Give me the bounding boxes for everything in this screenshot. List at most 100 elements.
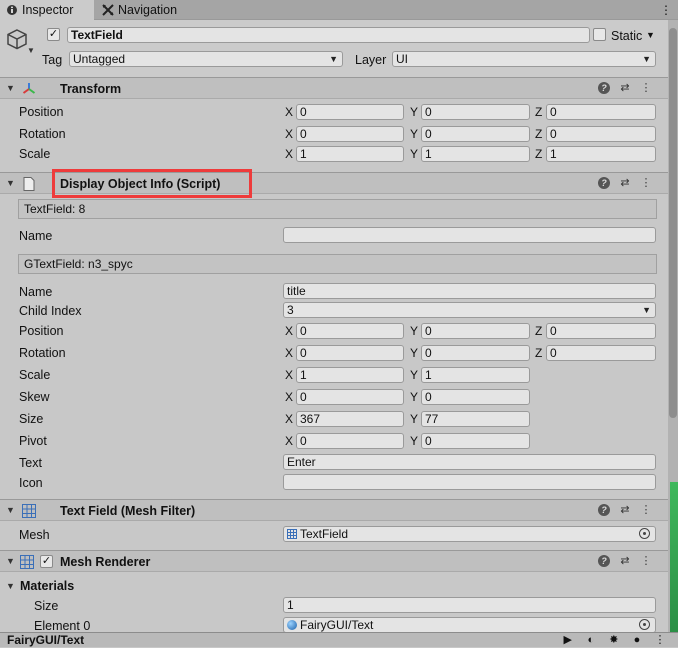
tag-value: Untagged [73,52,126,66]
help-icon[interactable]: ? [596,555,612,567]
rotation-label: Rotation [19,127,66,141]
mesh-renderer-enabled-checkbox[interactable]: ✓ [40,555,53,568]
foldout-arrow-icon[interactable]: ▼ [6,83,15,93]
layer-dropdown[interactable]: UI ▼ [392,51,656,67]
info-position-z-input[interactable]: 0 [546,323,656,339]
script-file-icon [23,177,35,191]
kebab-menu-icon[interactable]: ⋮ [660,0,672,20]
x-axis-label: X [285,434,294,448]
element0-value: FairyGUI/Text [300,618,374,632]
scale-label: Scale [19,147,51,161]
tab-inspector[interactable]: Inspector [0,0,94,20]
mesh-value: TextField [300,527,349,541]
icon-label: Icon [19,476,43,490]
help-icon[interactable]: ? [596,504,612,516]
info-skew-y-input[interactable]: 0 [421,389,530,405]
mesh-object-field[interactable]: TextField [283,526,656,542]
component-header-icons: ? ⇄ ⋮ [591,554,654,570]
transform-axis-icon [22,83,36,94]
preset-sliders-icon[interactable]: ⇄ [617,81,633,94]
icon-dropdown-arrow[interactable]: ▼ [27,46,35,55]
info-size-y-input[interactable]: 77 [421,411,530,427]
name-label: Name [19,285,53,299]
mesh-renderer-header[interactable]: ▼ ✓ Mesh Renderer ? ⇄ ⋮ [0,550,668,572]
position-x-input[interactable]: 0 [296,104,404,120]
object-picker-icon[interactable] [639,619,650,630]
info-position-x-input[interactable]: 0 [296,323,404,339]
pivot-label: Pivot [19,434,47,448]
info-rotation-x-input[interactable]: 0 [296,345,404,361]
child-index-dropdown[interactable]: 3 ▼ [283,302,656,318]
materials-label[interactable]: Materials [20,578,74,594]
y-axis-label: Y [410,147,419,161]
material-preview-icon[interactable]: ● [627,633,647,648]
text-input[interactable]: Enter [283,454,656,470]
object-name-input[interactable]: TextField [67,27,590,43]
info-rotation-z-input[interactable]: 0 [546,345,656,361]
static-checkbox[interactable] [593,28,606,41]
rotation-z-input[interactable]: 0 [546,126,656,142]
text-label: Text [19,456,42,470]
kebab-menu-icon[interactable]: ⋮ [638,503,654,516]
materials-size-input[interactable]: 1 [283,597,656,613]
gobject-name-input[interactable]: title [283,283,656,299]
scale-y-input[interactable]: 1 [421,146,530,162]
play-icon[interactable]: ▶ [558,633,578,648]
z-axis-label: Z [535,127,543,141]
display-name-input[interactable] [283,227,656,243]
kebab-menu-icon[interactable]: ⋮ [638,554,654,567]
info-size-x-input[interactable]: 367 [296,411,404,427]
help-icon[interactable]: ? [596,177,612,189]
foldout-arrow-icon[interactable]: ▼ [6,581,15,591]
position-y-input[interactable]: 0 [421,104,530,120]
static-label: Static [611,29,643,43]
foldout-arrow-icon[interactable]: ▼ [6,178,15,188]
foldout-arrow-icon[interactable]: ▼ [6,505,15,515]
scale-x-input[interactable]: 1 [296,146,404,162]
tag-dropdown[interactable]: Untagged ▼ [69,51,343,67]
object-picker-icon[interactable] [639,528,650,539]
scrollbar-thumb[interactable] [669,28,677,418]
position-label: Position [19,105,64,119]
info-scale-y-input[interactable]: 1 [421,367,530,383]
preset-sliders-icon[interactable]: ⇄ [617,554,633,567]
icon-input[interactable] [283,474,656,490]
sphere-preview-icon[interactable]: ◐ [581,633,601,648]
help-icon[interactable]: ? [596,82,612,94]
info-icon [7,5,17,15]
info-pivot-y-input[interactable]: 0 [421,433,530,449]
foldout-arrow-icon[interactable]: ▼ [6,556,15,566]
preset-sliders-icon[interactable]: ⇄ [617,176,633,189]
tab-bar: Inspector Navigation ⋮ [0,0,678,20]
mesh-grid-icon [287,529,297,539]
x-axis-label: X [285,368,294,382]
tab-navigation[interactable]: Navigation [100,0,177,20]
kebab-menu-icon[interactable]: ⋮ [638,81,654,94]
info-pivot-x-input[interactable]: 0 [296,433,404,449]
element0-material-field[interactable]: FairyGUI/Text [283,617,656,633]
rotation-y-input[interactable]: 0 [421,126,530,142]
lighting-icon[interactable]: ✸ [604,633,624,648]
kebab-menu-icon[interactable]: ⋮ [638,176,654,189]
static-dropdown-arrow[interactable]: ▼ [646,30,655,40]
kebab-menu-icon[interactable]: ⋮ [650,633,670,648]
transform-title: Transform [60,82,122,96]
tab-navigation-label: Navigation [118,3,178,17]
preset-sliders-icon[interactable]: ⇄ [617,503,633,516]
scale-z-input[interactable]: 1 [546,146,656,162]
position-z-input[interactable]: 0 [546,104,656,120]
transform-header[interactable]: ▼ Transform ? ⇄ ⋮ [0,77,668,99]
mesh-grid-icon [22,504,36,518]
info-skew-x-input[interactable]: 0 [296,389,404,405]
mesh-filter-title: Text Field (Mesh Filter) [60,504,196,518]
info-rotation-y-input[interactable]: 0 [421,345,530,361]
tab-inspector-label: Inspector [22,3,74,17]
mesh-filter-header[interactable]: ▼ Text Field (Mesh Filter) ? ⇄ ⋮ [0,499,668,521]
info-position-y-input[interactable]: 0 [421,323,530,339]
rotation-x-input[interactable]: 0 [296,126,404,142]
y-axis-label: Y [410,434,419,448]
active-checkbox[interactable]: ✓ [47,28,60,41]
info-scale-x-input[interactable]: 1 [296,367,404,383]
scale-label: Scale [19,368,51,382]
z-axis-label: Z [535,147,543,161]
